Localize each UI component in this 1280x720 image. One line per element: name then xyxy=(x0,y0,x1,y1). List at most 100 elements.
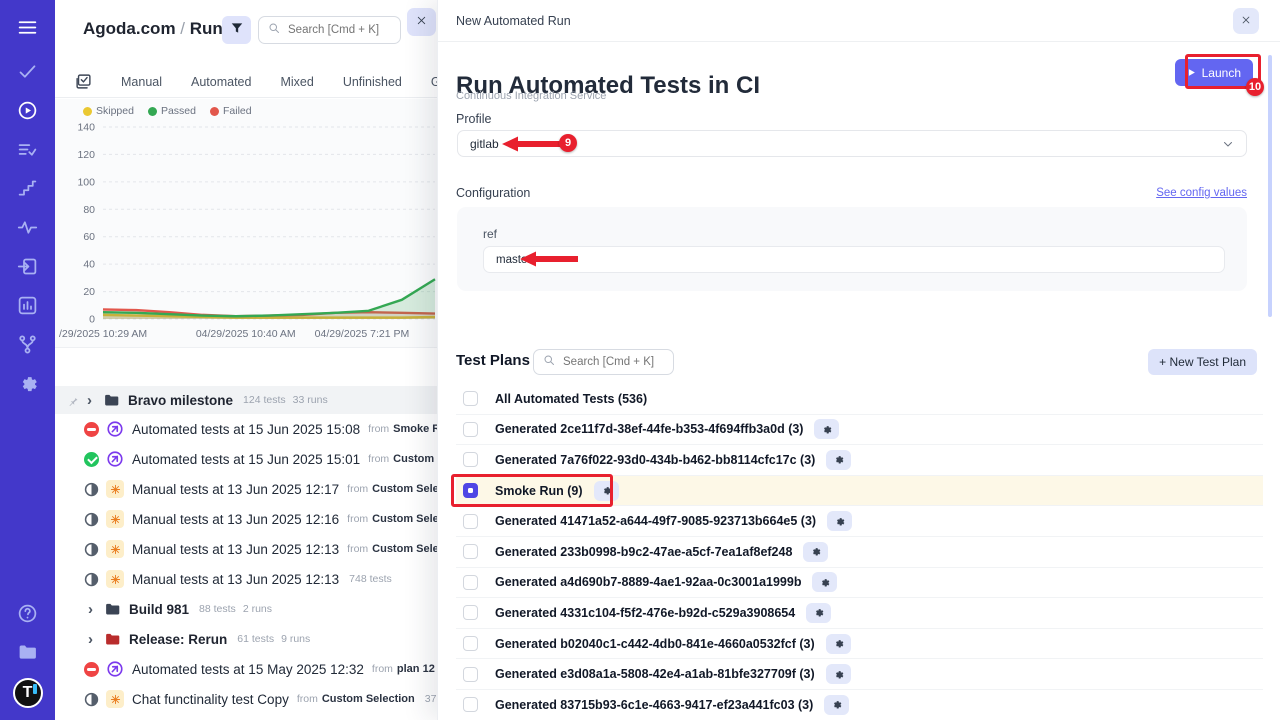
test-plan-row[interactable]: Generated b02040c1-c442-4db0-841e-4660a0… xyxy=(456,629,1263,660)
test-plan-settings-gear-icon[interactable] xyxy=(806,603,831,623)
new-test-plan-button[interactable]: + New Test Plan xyxy=(1148,349,1257,375)
run-title[interactable]: Automated tests at 15 Jun 2025 15:01 xyxy=(132,452,360,467)
from-source[interactable]: Custom Selection xyxy=(372,543,437,555)
test-plan-checkbox[interactable] xyxy=(463,514,478,529)
list-check-icon[interactable] xyxy=(15,136,41,162)
test-plan-label[interactable]: Generated 2ce11f7d-38ef-44fe-b353-4f694f… xyxy=(495,422,803,436)
test-plan-checkbox[interactable] xyxy=(463,605,478,620)
analytics-icon[interactable] xyxy=(15,292,41,318)
test-plan-settings-gear-icon[interactable] xyxy=(827,511,852,531)
test-plan-settings-gear-icon[interactable] xyxy=(803,542,828,562)
test-plan-checkbox[interactable] xyxy=(463,452,478,467)
test-plan-row[interactable]: All Automated Tests (536) xyxy=(456,384,1263,415)
run-row[interactable]: Manual tests at 13 Jun 2025 12:13748 tes… xyxy=(55,564,437,594)
test-plan-label[interactable]: Generated 4331c104-f5f2-476e-b92d-c529a3… xyxy=(495,606,795,620)
run-title[interactable]: Chat functinality test Copy xyxy=(132,692,289,707)
projects-folder-icon[interactable] xyxy=(15,639,41,665)
folder-title[interactable]: Release: Rerun xyxy=(129,632,227,647)
test-plan-label[interactable]: Generated 83715b93-6c1e-4663-9417-ef23a4… xyxy=(495,698,813,712)
git-branch-icon[interactable] xyxy=(15,331,41,357)
test-plans-search-input[interactable] xyxy=(561,355,664,369)
breadcrumb[interactable]: Agoda.com / Runs xyxy=(83,19,232,39)
test-plan-label[interactable]: Smoke Run (9) xyxy=(495,484,583,498)
test-plan-row[interactable]: Generated 2ce11f7d-38ef-44fe-b353-4f694f… xyxy=(456,415,1263,446)
test-plan-row[interactable]: Generated 83715b93-6c1e-4663-9417-ef23a4… xyxy=(456,690,1263,720)
drawer-close-button[interactable] xyxy=(1233,8,1259,34)
tab-mixed[interactable]: Mixed xyxy=(280,75,313,89)
runs-play-icon[interactable] xyxy=(15,97,41,123)
runs-search[interactable] xyxy=(258,16,401,44)
folder-title[interactable]: Build 981 xyxy=(129,602,189,617)
chevron-right-icon[interactable]: › xyxy=(87,393,97,408)
test-plan-row[interactable]: Smoke Run (9) xyxy=(456,476,1263,507)
tab-automated[interactable]: Automated xyxy=(191,75,251,89)
test-plan-label[interactable]: Generated 233b0998-b9c2-47ae-a5cf-7ea1af… xyxy=(495,545,792,559)
test-plan-label[interactable]: Generated 41471a52-a644-49f7-9085-923713… xyxy=(495,514,816,528)
test-plan-label[interactable]: Generated 7a76f022-93d0-434b-b462-bb8114… xyxy=(495,453,815,467)
test-plan-row[interactable]: Generated a4d690b7-8889-4ae1-92aa-0c3001… xyxy=(456,568,1263,599)
test-plan-checkbox[interactable] xyxy=(463,575,478,590)
activity-icon[interactable] xyxy=(15,214,41,240)
test-plan-settings-gear-icon[interactable] xyxy=(814,419,839,439)
test-plan-row[interactable]: Generated e3d08a1a-5808-42e4-a1ab-81bfe3… xyxy=(456,659,1263,690)
test-plan-checkbox[interactable] xyxy=(463,697,478,712)
run-title[interactable]: Automated tests at 15 Jun 2025 15:08 xyxy=(132,422,360,437)
test-plan-checkbox[interactable] xyxy=(463,391,478,406)
import-icon[interactable] xyxy=(15,253,41,279)
run-title[interactable]: Manual tests at 13 Jun 2025 12:13 xyxy=(132,542,339,557)
test-plans-search[interactable] xyxy=(533,349,674,375)
run-row[interactable]: Manual tests at 13 Jun 2025 12:13fromCus… xyxy=(55,534,437,564)
run-row[interactable]: Automated tests at 15 May 2025 12:32from… xyxy=(55,654,437,684)
ref-input[interactable] xyxy=(483,246,1225,273)
test-plan-row[interactable]: Generated 7a76f022-93d0-434b-b462-bb8114… xyxy=(456,445,1263,476)
test-plan-settings-gear-icon[interactable] xyxy=(826,450,851,470)
check-icon[interactable] xyxy=(15,58,41,84)
test-plan-checkbox[interactable] xyxy=(463,544,478,559)
from-source[interactable]: Smoke Run xyxy=(393,423,437,435)
select-runs-icon[interactable] xyxy=(75,73,92,91)
run-row[interactable]: Manual tests at 13 Jun 2025 12:17fromCus… xyxy=(55,474,437,504)
from-source[interactable]: Custom Selection xyxy=(372,483,437,495)
help-icon[interactable] xyxy=(15,600,41,626)
test-plan-checkbox[interactable] xyxy=(463,483,478,498)
run-row[interactable]: Automated tests at 15 Jun 2025 15:01from… xyxy=(55,444,437,474)
folder-row[interactable]: ›Build 98188 tests2 runs xyxy=(55,594,437,624)
test-plan-label[interactable]: All Automated Tests (536) xyxy=(495,392,647,406)
test-plan-settings-gear-icon[interactable] xyxy=(824,695,849,715)
profile-select[interactable]: gitlab xyxy=(457,130,1247,157)
see-config-values-link[interactable]: See config values xyxy=(1156,187,1247,199)
run-title[interactable]: Automated tests at 15 May 2025 12:32 xyxy=(132,662,364,677)
test-plan-checkbox[interactable] xyxy=(463,422,478,437)
runs-search-input[interactable] xyxy=(286,23,391,37)
chevron-right-icon[interactable]: › xyxy=(88,602,98,617)
test-plan-label[interactable]: Generated b02040c1-c442-4db0-841e-4660a0… xyxy=(495,637,815,651)
menu-icon[interactable] xyxy=(15,14,41,40)
run-title[interactable]: Manual tests at 13 Jun 2025 12:17 xyxy=(132,482,339,497)
run-title[interactable]: Manual tests at 13 Jun 2025 12:16 xyxy=(132,512,339,527)
run-row[interactable]: Chat functinality test CopyfromCustom Se… xyxy=(55,684,437,714)
chevron-right-icon[interactable]: › xyxy=(88,632,98,647)
launch-button[interactable]: Launch xyxy=(1175,59,1253,86)
run-row[interactable]: Manual tests at 13 Jun 2025 12:16fromCus… xyxy=(55,504,437,534)
from-source[interactable]: Custom Selection xyxy=(393,453,437,465)
avatar[interactable]: T xyxy=(13,678,43,708)
steps-icon[interactable] xyxy=(15,175,41,201)
test-plan-checkbox[interactable] xyxy=(463,667,478,682)
from-source[interactable]: Custom Selection xyxy=(372,513,437,525)
from-source[interactable]: Custom Selection xyxy=(322,693,415,705)
folder-row[interactable]: ›Release: Rerun61 tests9 runs xyxy=(55,624,437,654)
breadcrumb-project[interactable]: Agoda.com xyxy=(83,19,176,38)
test-plan-row[interactable]: Generated 233b0998-b9c2-47ae-a5cf-7ea1af… xyxy=(456,537,1263,568)
settings-gear-icon[interactable] xyxy=(15,370,41,396)
run-row[interactable]: Automated tests at 15 Jun 2025 15:08from… xyxy=(55,414,437,444)
test-plan-label[interactable]: Generated e3d08a1a-5808-42e4-a1ab-81bfe3… xyxy=(495,667,815,681)
folder-title[interactable]: Bravo milestone xyxy=(128,393,233,408)
panel-close-button[interactable] xyxy=(407,8,436,36)
filter-button[interactable] xyxy=(222,16,251,44)
tab-unfinished[interactable]: Unfinished xyxy=(343,75,402,89)
test-plan-checkbox[interactable] xyxy=(463,636,478,651)
test-plan-settings-gear-icon[interactable] xyxy=(826,634,851,654)
drawer-scrollbar[interactable] xyxy=(1268,55,1272,317)
from-source[interactable]: plan 12 xyxy=(397,663,435,675)
test-plan-settings-gear-icon[interactable] xyxy=(812,572,837,592)
